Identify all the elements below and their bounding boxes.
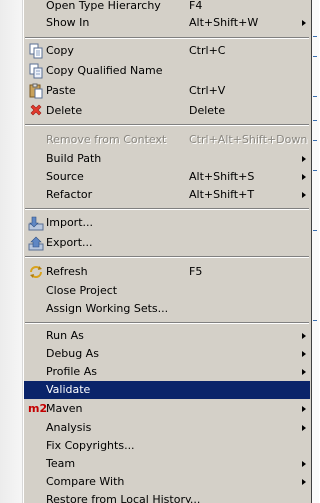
menu-item-debug-as[interactable]: Debug As — [24, 345, 310, 363]
menu-item-label: Debug As — [46, 347, 99, 360]
menu-item-label: Open Type Hierarchy — [46, 0, 161, 12]
editor-right-ruler — [312, 0, 319, 503]
menu-item-maven[interactable]: m2 Maven — [24, 400, 310, 418]
menu-item-label: Delete — [46, 104, 83, 117]
menu-item-shortcut: Alt+Shift+S — [189, 170, 255, 183]
menu-item-export[interactable]: Export... — [24, 234, 310, 252]
menu-item-shortcut: Alt+Shift+T — [189, 188, 255, 201]
menu-separator — [25, 322, 309, 324]
submenu-arrow-icon — [302, 351, 306, 357]
maven-icon: m2 — [28, 402, 48, 415]
menu-item-label: Show In — [46, 16, 90, 29]
menu-item-label: Refresh — [46, 265, 88, 278]
ruler-marker — [313, 56, 317, 57]
menu-item-assign-working-sets[interactable]: Assign Working Sets... — [24, 300, 310, 318]
submenu-arrow-icon — [302, 479, 306, 485]
menu-item-shortcut: Ctrl+C — [189, 44, 226, 57]
menu-item-label: Export... — [46, 236, 93, 249]
menu-item-delete[interactable]: Delete Delete — [24, 102, 310, 120]
menu-item-label: Copy Qualified Name — [46, 64, 163, 77]
ruler-marker — [313, 120, 317, 121]
menu-item-label: Restore from Local History... — [46, 493, 201, 503]
export-icon — [28, 235, 44, 251]
submenu-arrow-icon — [302, 156, 306, 162]
menu-item-shortcut: F4 — [189, 0, 203, 12]
menu-separator — [25, 256, 309, 258]
ruler-marker — [313, 140, 317, 141]
submenu-arrow-icon — [302, 174, 306, 180]
menu-separator — [25, 124, 309, 126]
menu-item-label: Profile As — [46, 365, 97, 378]
menu-item-restore-from-local-history[interactable]: Restore from Local History... — [24, 491, 310, 503]
menu-item-shortcut: Alt+Shift+W — [189, 16, 259, 29]
menu-item-compare-with[interactable]: Compare With — [24, 473, 310, 491]
submenu-arrow-icon — [302, 461, 306, 467]
menu-item-team[interactable]: Team — [24, 455, 310, 473]
menu-separator — [25, 208, 309, 210]
menu-item-label: Validate — [46, 383, 91, 396]
menu-item-import[interactable]: Import... — [24, 214, 310, 232]
ruler-marker — [313, 320, 317, 321]
menu-item-label: Remove from Context — [46, 133, 167, 146]
copy-qualified-name-icon — [28, 63, 44, 79]
menu-item-run-as[interactable]: Run As — [24, 327, 310, 345]
menu-item-fix-copyrights[interactable]: Fix Copyrights... — [24, 437, 310, 455]
submenu-arrow-icon — [302, 369, 306, 375]
ruler-marker — [313, 230, 317, 231]
ruler-marker — [313, 170, 317, 171]
menu-item-label: Maven — [46, 402, 83, 415]
menu-item-analysis[interactable]: Analysis — [24, 419, 310, 437]
menu-item-label: Fix Copyrights... — [46, 439, 135, 452]
menu-item-source[interactable]: Source Alt+Shift+S — [24, 168, 310, 186]
menu-item-validate[interactable]: Validate — [24, 381, 310, 399]
submenu-arrow-icon — [302, 192, 306, 198]
menu-item-label: Close Project — [46, 284, 118, 297]
menu-item-show-in[interactable]: Show In Alt+Shift+W — [24, 14, 310, 32]
context-menu: Open Type Hierarchy F4 Show In Alt+Shift… — [23, 0, 312, 503]
ruler-marker — [313, 96, 317, 97]
menu-item-label: Copy — [46, 44, 74, 57]
menu-item-label: Build Path — [46, 152, 102, 165]
menu-item-label: Refactor — [46, 188, 93, 201]
menu-item-label: Team — [46, 457, 76, 470]
submenu-arrow-icon — [302, 425, 306, 431]
submenu-arrow-icon — [302, 406, 306, 412]
import-icon — [28, 215, 44, 231]
menu-item-close-project[interactable]: Close Project — [24, 282, 310, 300]
menu-separator — [25, 37, 309, 39]
menu-item-refresh[interactable]: Refresh F5 — [24, 263, 310, 281]
submenu-arrow-icon — [302, 20, 306, 26]
menu-item-refactor[interactable]: Refactor Alt+Shift+T — [24, 186, 310, 204]
ruler-marker — [313, 36, 317, 37]
menu-item-label: Paste — [46, 84, 76, 97]
menu-item-profile-as[interactable]: Profile As — [24, 363, 310, 381]
menu-item-shortcut: Ctrl+Alt+Shift+Down — [189, 133, 308, 146]
paste-icon — [28, 83, 44, 99]
menu-item-label: Run As — [46, 329, 84, 342]
menu-item-open-type-hierarchy[interactable]: Open Type Hierarchy F4 — [24, 0, 310, 15]
editor-left-gutter — [0, 0, 23, 503]
menu-item-label: Import... — [46, 216, 93, 229]
menu-item-label: Analysis — [46, 421, 92, 434]
menu-item-copy-qualified-name[interactable]: Copy Qualified Name — [24, 62, 310, 80]
copy-icon — [28, 43, 44, 59]
menu-item-label: Compare With — [46, 475, 125, 488]
menu-item-shortcut: Ctrl+V — [189, 84, 226, 97]
menu-item-remove-from-context: Remove from Context Ctrl+Alt+Shift+Down — [24, 131, 310, 149]
menu-item-label: Source — [46, 170, 84, 183]
refresh-icon — [28, 264, 44, 280]
menu-item-paste[interactable]: Paste Ctrl+V — [24, 82, 310, 100]
delete-icon — [28, 103, 44, 119]
submenu-arrow-icon — [302, 333, 306, 339]
menu-item-build-path[interactable]: Build Path — [24, 150, 310, 168]
menu-item-copy[interactable]: Copy Ctrl+C — [24, 42, 310, 60]
menu-item-label: Assign Working Sets... — [46, 302, 169, 315]
menu-item-shortcut: Delete — [189, 104, 226, 117]
menu-item-shortcut: F5 — [189, 265, 203, 278]
